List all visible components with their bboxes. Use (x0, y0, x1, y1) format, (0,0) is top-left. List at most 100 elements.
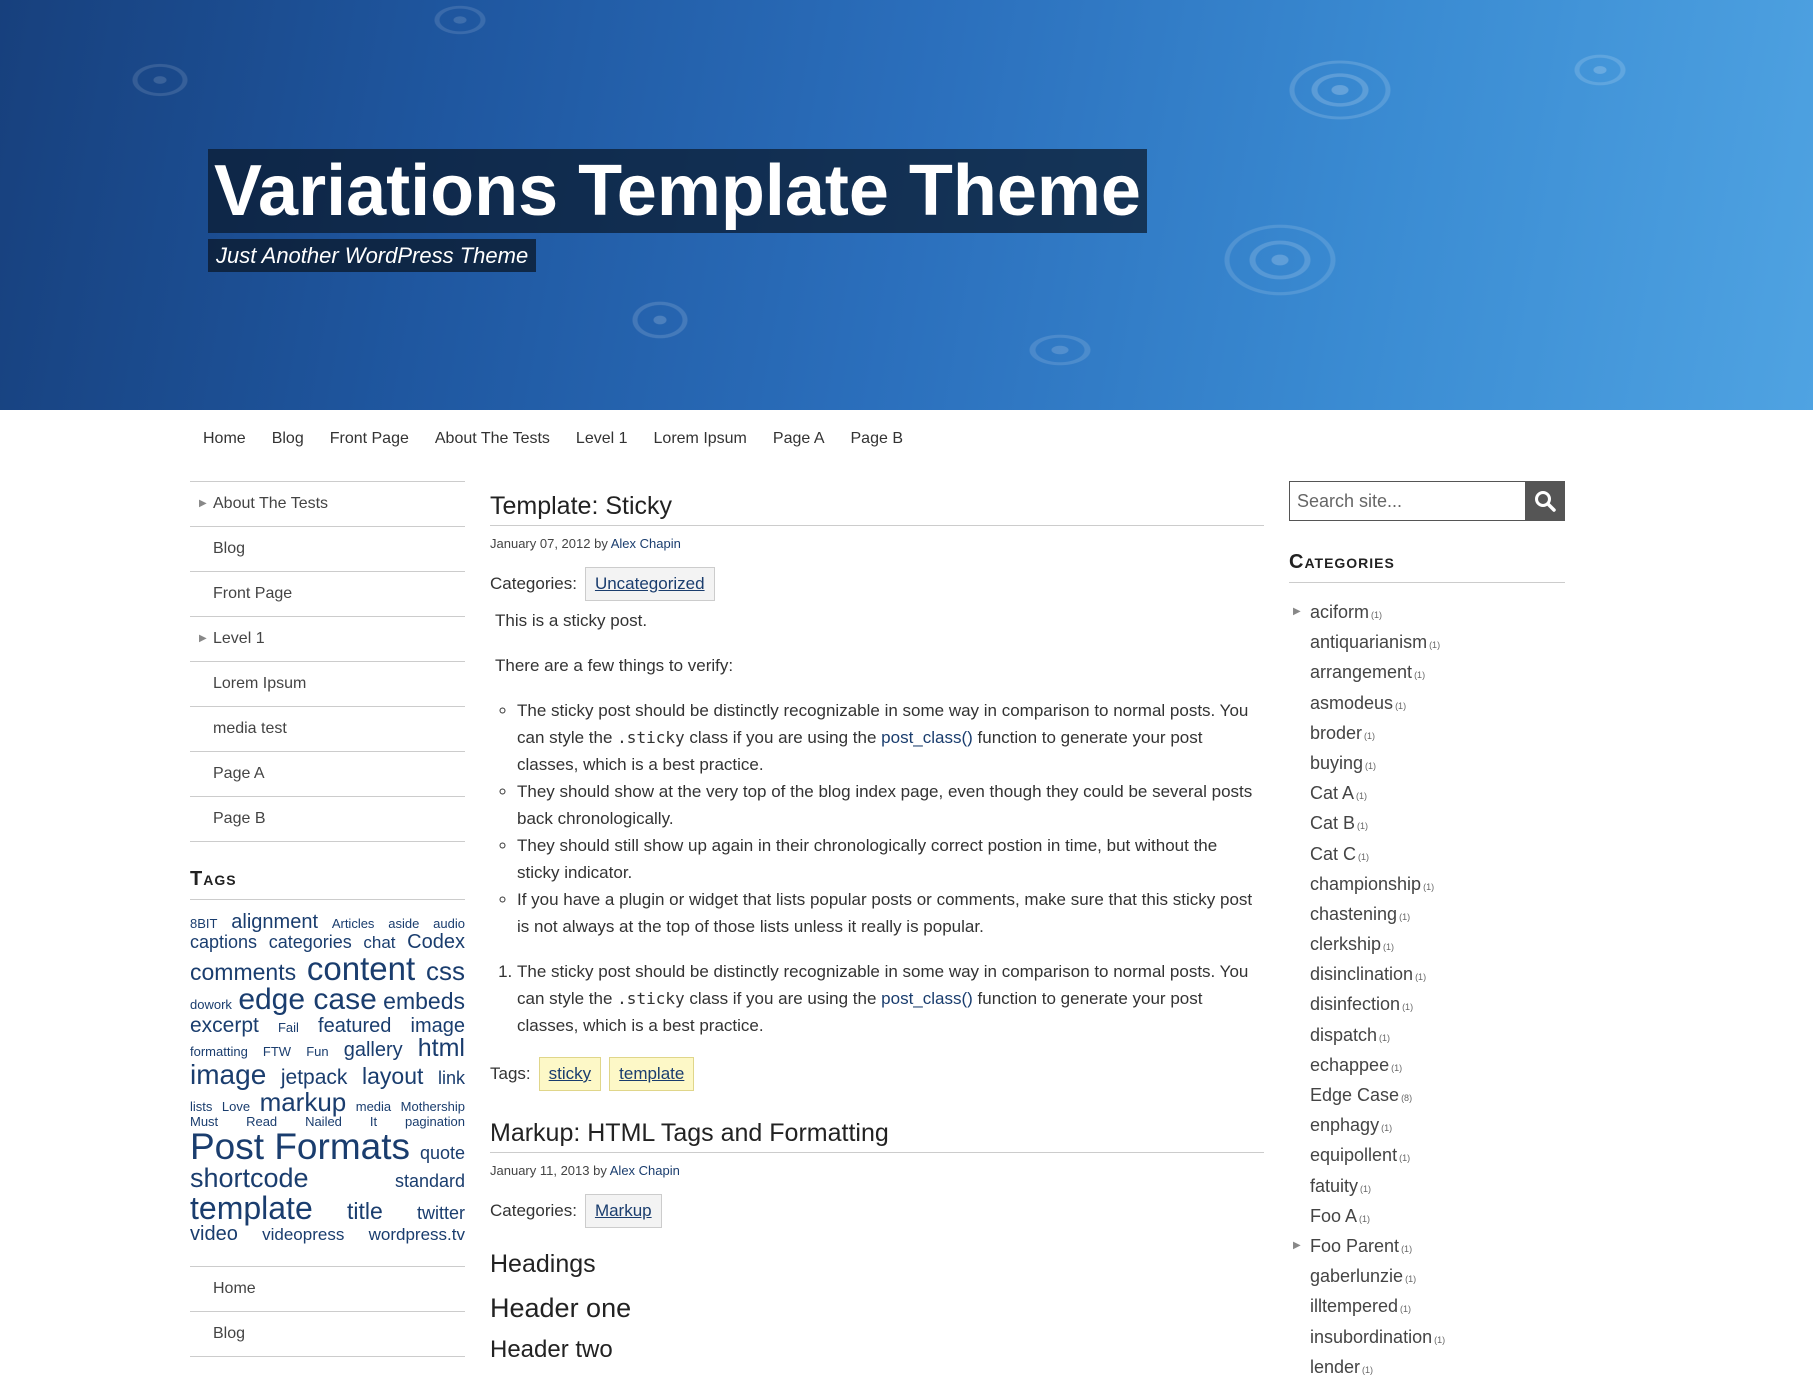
tag-link[interactable]: layout (362, 1065, 423, 1088)
tag-link[interactable]: Articles (332, 917, 375, 930)
search-input[interactable] (1289, 481, 1525, 521)
tag-pill-sticky[interactable]: sticky (538, 1057, 602, 1091)
nav-item-home[interactable]: Home (190, 424, 259, 454)
tag-link[interactable]: Post Formats (190, 1128, 410, 1165)
category-item-cat-b[interactable]: Cat B (1) (1289, 808, 1565, 838)
tag-link[interactable]: chat (363, 934, 395, 951)
category-item-clerkship[interactable]: clerkship (1) (1289, 929, 1565, 959)
category-item-chastening[interactable]: chastening (1) (1289, 899, 1565, 929)
tag-link[interactable]: 8BIT (190, 917, 217, 930)
page-item-page-b[interactable]: Page B (190, 797, 465, 842)
category-item-illtempered[interactable]: illtempered (1) (1289, 1291, 1565, 1321)
tag-link[interactable]: videopress (262, 1226, 344, 1243)
post-author-link[interactable]: Alex Chapin (611, 536, 681, 551)
category-item-buying[interactable]: buying (1) (1289, 748, 1565, 778)
page-item-front-page[interactable]: Front Page (190, 572, 465, 617)
nav-item-about-the-tests[interactable]: About The Tests (422, 424, 563, 454)
site-title[interactable]: Variations Template Theme (214, 149, 1141, 233)
tag-link[interactable]: Love (222, 1100, 250, 1113)
post-author-link[interactable]: Alex Chapin (610, 1163, 680, 1178)
tag-link[interactable]: dowork (190, 998, 232, 1011)
page-item-blog[interactable]: Blog (190, 1312, 465, 1357)
tag-link[interactable]: video (190, 1224, 238, 1244)
tag-link[interactable]: edge case (238, 985, 376, 1015)
category-item-broder[interactable]: broder (1) (1289, 718, 1565, 748)
page-item-home[interactable]: Home (190, 1267, 465, 1312)
search-button[interactable] (1525, 481, 1565, 521)
page-item-blog[interactable]: Blog (190, 527, 465, 572)
tag-link[interactable]: twitter (417, 1204, 465, 1222)
tag-pill-template[interactable]: template (609, 1057, 695, 1091)
tag-link[interactable]: css (426, 958, 465, 984)
page-item-level-1[interactable]: ▶ Level 1 (190, 617, 465, 662)
tag-link[interactable]: image (411, 1016, 465, 1036)
nav-item-page-b[interactable]: Page B (838, 424, 916, 454)
tag-link[interactable]: lists (190, 1100, 212, 1113)
category-item-asmodeus[interactable]: asmodeus (1) (1289, 688, 1565, 718)
nav-item-page-a[interactable]: Page A (760, 424, 838, 454)
tag-link[interactable]: quote (420, 1144, 465, 1162)
category-item-fatuity[interactable]: fatuity (1) (1289, 1171, 1565, 1201)
tag-link[interactable]: Fail (278, 1021, 299, 1034)
tag-link[interactable]: template (190, 1192, 313, 1224)
tag-link[interactable]: standard (395, 1172, 465, 1190)
page-item-about-the-tests[interactable]: ▶ About The Tests (190, 482, 465, 527)
category-item-foo-a[interactable]: Foo A (1) (1289, 1201, 1565, 1231)
tag-link[interactable]: aside (388, 917, 419, 930)
category-item-cat-c[interactable]: Cat C (1) (1289, 839, 1565, 869)
category-item-dispatch[interactable]: dispatch (1) (1289, 1020, 1565, 1050)
tag-link[interactable]: formatting (190, 1045, 248, 1058)
tag-link[interactable]: comments (190, 961, 296, 984)
page-item-page-a[interactable]: Page A (190, 752, 465, 797)
page-item-lorem-ipsum[interactable]: Lorem Ipsum (190, 662, 465, 707)
category-item-echappee[interactable]: echappee (1) (1289, 1050, 1565, 1080)
tag-link[interactable]: FTW (263, 1045, 291, 1058)
nav-item-lorem-ipsum[interactable]: Lorem Ipsum (641, 424, 760, 454)
tag-link[interactable]: media (356, 1100, 391, 1113)
nav-item-blog[interactable]: Blog (259, 424, 317, 454)
page-item-media-test[interactable]: media test (190, 707, 465, 752)
tag-link[interactable]: link (438, 1069, 465, 1087)
category-item-aciform[interactable]: ▶ aciform (1) (1289, 597, 1565, 627)
category-item-championship[interactable]: championship (1) (1289, 869, 1565, 899)
tag-link[interactable]: alignment (231, 912, 318, 932)
tag-link[interactable]: featured (318, 1016, 391, 1036)
tag-link[interactable]: wordpress.tv (369, 1226, 465, 1243)
tag-link[interactable]: jetpack (281, 1067, 348, 1088)
nav-item-level-1[interactable]: Level 1 (563, 424, 641, 454)
category-item-disinfection[interactable]: disinfection (1) (1289, 989, 1565, 1019)
post-title[interactable]: Markup: HTML Tags and Formatting (490, 1119, 1264, 1153)
category-item-lender[interactable]: lender (1) (1289, 1352, 1565, 1382)
category-item-insubordination[interactable]: insubordination (1) (1289, 1322, 1565, 1352)
tag-link[interactable]: image (190, 1061, 266, 1089)
category-item-foo-parent[interactable]: ▶ Foo Parent (1) (1289, 1231, 1565, 1261)
category-item-disinclination[interactable]: disinclination (1) (1289, 959, 1565, 989)
tag-link[interactable]: audio (433, 917, 465, 930)
tag-link[interactable]: excerpt (190, 1015, 259, 1036)
tag-link[interactable]: html (418, 1036, 465, 1061)
tag-link[interactable]: title (347, 1200, 383, 1223)
category-item-arrangement[interactable]: arrangement (1) (1289, 657, 1565, 687)
tag-link[interactable]: embeds (383, 990, 465, 1013)
category-pill[interactable]: Uncategorized (584, 567, 715, 601)
tag-link[interactable]: shortcode (190, 1165, 309, 1192)
tag-link[interactable]: Mothership (401, 1100, 465, 1113)
category-pill[interactable]: Markup (584, 1194, 662, 1228)
tag-link[interactable]: captions (190, 933, 257, 951)
tag-link[interactable]: content (307, 952, 415, 985)
nav-item-front-page[interactable]: Front Page (317, 424, 422, 454)
category-item-equipollent[interactable]: equipollent (1) (1289, 1140, 1565, 1170)
post-class-link[interactable]: post_class() (881, 989, 973, 1008)
tag-link[interactable]: categories (269, 933, 352, 951)
tag-link[interactable]: markup (260, 1089, 347, 1115)
category-item-antiquarianism[interactable]: antiquarianism (1) (1289, 627, 1565, 657)
tag-link[interactable]: Fun (306, 1045, 328, 1058)
category-item-edge-case[interactable]: Edge Case (8) (1289, 1080, 1565, 1110)
category-item-enphagy[interactable]: enphagy (1) (1289, 1110, 1565, 1140)
category-item-gaberlunzie[interactable]: gaberlunzie (1) (1289, 1261, 1565, 1291)
category-item-cat-a[interactable]: Cat A (1) (1289, 778, 1565, 808)
post-title[interactable]: Template: Sticky (490, 492, 1264, 526)
tag-link[interactable]: gallery (344, 1040, 403, 1060)
post-class-link[interactable]: post_class() (881, 728, 973, 747)
tag-link[interactable]: pagination (405, 1115, 465, 1128)
